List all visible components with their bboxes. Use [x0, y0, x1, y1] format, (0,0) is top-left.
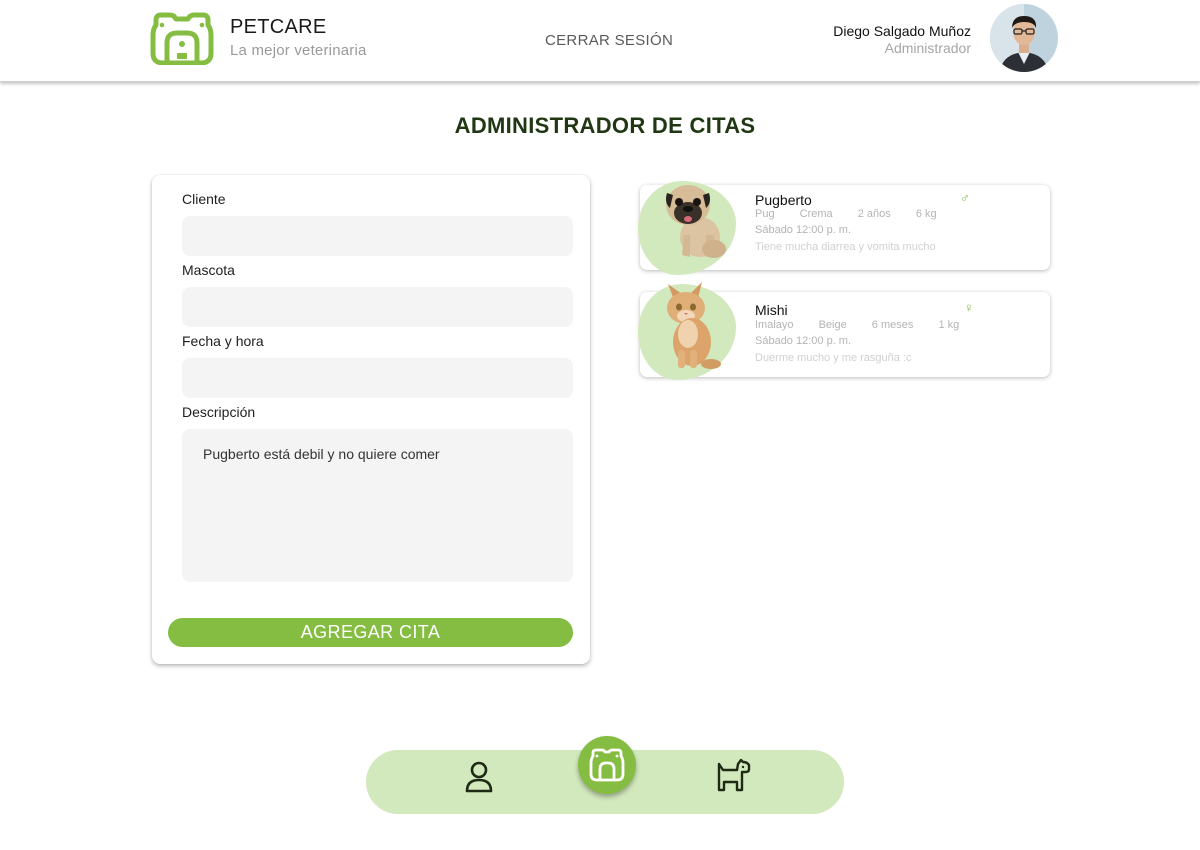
pet-weight: 1 kg — [938, 319, 960, 331]
pet-input[interactable] — [182, 287, 573, 327]
logout-link[interactable]: CERRAR SESIÓN — [545, 32, 673, 49]
pet-dog-icon[interactable] — [713, 758, 751, 799]
appointment-date: Sábado 12:00 p. m. — [755, 335, 852, 347]
brand-subtitle: La mejor veterinaria — [230, 42, 367, 59]
cat-image — [654, 278, 744, 374]
user-role: Administrador — [884, 40, 971, 56]
pet-color: Crema — [799, 208, 833, 220]
male-icon: ♂ — [960, 190, 970, 205]
appointment-card[interactable]: Pugberto ♂ Pug Crema 2 años 6 kg Sábado … — [638, 181, 1050, 275]
appointment-form: Cliente Mascota Fecha y hora Descripción… — [152, 175, 590, 664]
bottom-navigation — [366, 736, 844, 814]
petcare-logo-icon — [150, 11, 214, 66]
description-label: Descripción — [182, 404, 256, 420]
appointment-description: Duerme mucho y me rasguña :c — [755, 352, 912, 364]
pet-name: Pugberto — [755, 192, 812, 208]
pet-color: Beige — [818, 319, 847, 331]
pet-label: Mascota — [182, 262, 235, 278]
client-label: Cliente — [182, 191, 226, 207]
brand-title: PETCARE — [230, 16, 327, 38]
datetime-label: Fecha y hora — [182, 333, 264, 349]
appointment-card[interactable]: Mishi ♀ Imalayo Beige 6 meses 1 kg Sábad… — [638, 282, 1050, 380]
profile-icon[interactable] — [463, 760, 495, 799]
add-appointment-button[interactable]: AGREGAR CITA — [168, 618, 573, 647]
user-avatar[interactable] — [990, 4, 1058, 72]
pet-details: Imalayo Beige 6 meses 1 kg — [755, 319, 981, 331]
pet-weight: 6 kg — [915, 208, 937, 220]
app-header: PETCARE La mejor veterinaria CERRAR SESI… — [0, 0, 1200, 82]
appointment-description: Tiene mucha diarrea y vomita mucho — [755, 241, 936, 253]
pet-breed: Pug — [755, 208, 775, 220]
client-input[interactable] — [182, 216, 573, 256]
pet-age: 6 meses — [871, 319, 914, 331]
pet-breed: Imalayo — [755, 319, 794, 331]
home-clinic-icon[interactable] — [578, 736, 636, 794]
page-title: ADMINISTRADOR DE CITAS — [454, 113, 756, 138]
datetime-input[interactable] — [182, 358, 573, 398]
pet-name: Mishi — [755, 302, 788, 318]
description-textarea[interactable]: Pugberto está debil y no quiere comer — [182, 429, 573, 582]
user-name: Diego Salgado Muñoz — [833, 23, 971, 39]
pet-details: Pug Crema 2 años 6 kg — [755, 208, 959, 220]
appointment-date: Sábado 12:00 p. m. — [755, 224, 852, 236]
pet-age: 2 años — [857, 208, 891, 220]
female-icon: ♀ — [964, 300, 974, 315]
pug-image — [654, 175, 744, 263]
